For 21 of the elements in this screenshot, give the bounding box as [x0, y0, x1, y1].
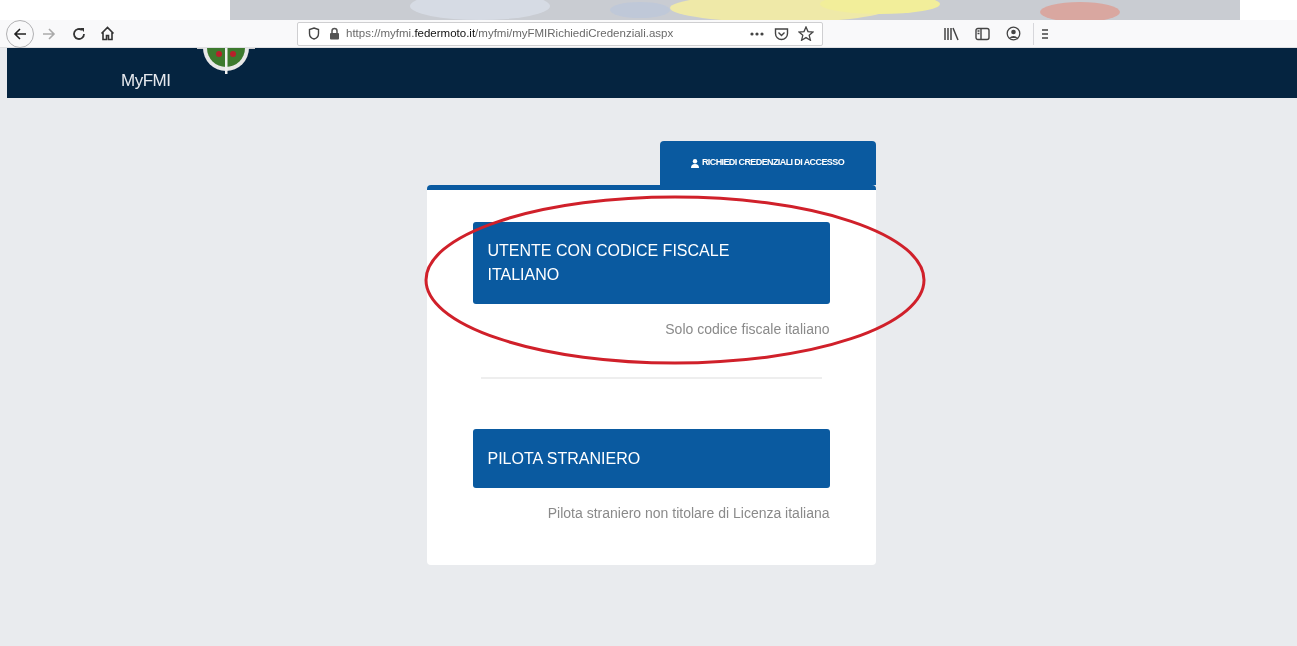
pocket-icon[interactable]	[774, 26, 789, 41]
tab[interactable]: RICHIEDI CREDENZIALI DI ACCESSO	[659, 141, 876, 185]
url-text: https://myfmi.federmoto.it/myfmi/myFMIRichiediCredenziali.aspx	[346, 25, 674, 41]
sidebar-icon[interactable]	[975, 26, 990, 41]
menu-icon[interactable]	[1042, 27, 1048, 40]
option-caption: Solo codice fiscale italiano	[665, 320, 830, 339]
library-icon[interactable]	[943, 26, 959, 41]
option-button[interactable]: PILOTA STRANIERO	[472, 429, 830, 488]
home-icon[interactable]	[100, 26, 115, 41]
star-icon[interactable]	[798, 26, 814, 41]
option-caption: Pilota straniero non titolare di Licenza italiana	[547, 504, 830, 523]
lock-icon	[329, 27, 340, 40]
reload-icon[interactable]	[72, 26, 86, 41]
user-icon	[690, 158, 699, 168]
shield-icon	[308, 27, 320, 40]
more-dots-icon[interactable]	[750, 31, 764, 36]
brand-name: MyFMI	[121, 70, 171, 92]
address-bar[interactable]: https://myfmi.federmoto.it/myfmi/myFMIRichiediCredenziali.aspx	[297, 21, 823, 46]
back-arrow-icon	[13, 26, 27, 41]
account-icon[interactable]	[1006, 26, 1021, 41]
option-button[interactable]: UTENTE CON CODICE FISCALE ITALIANO	[472, 222, 830, 304]
